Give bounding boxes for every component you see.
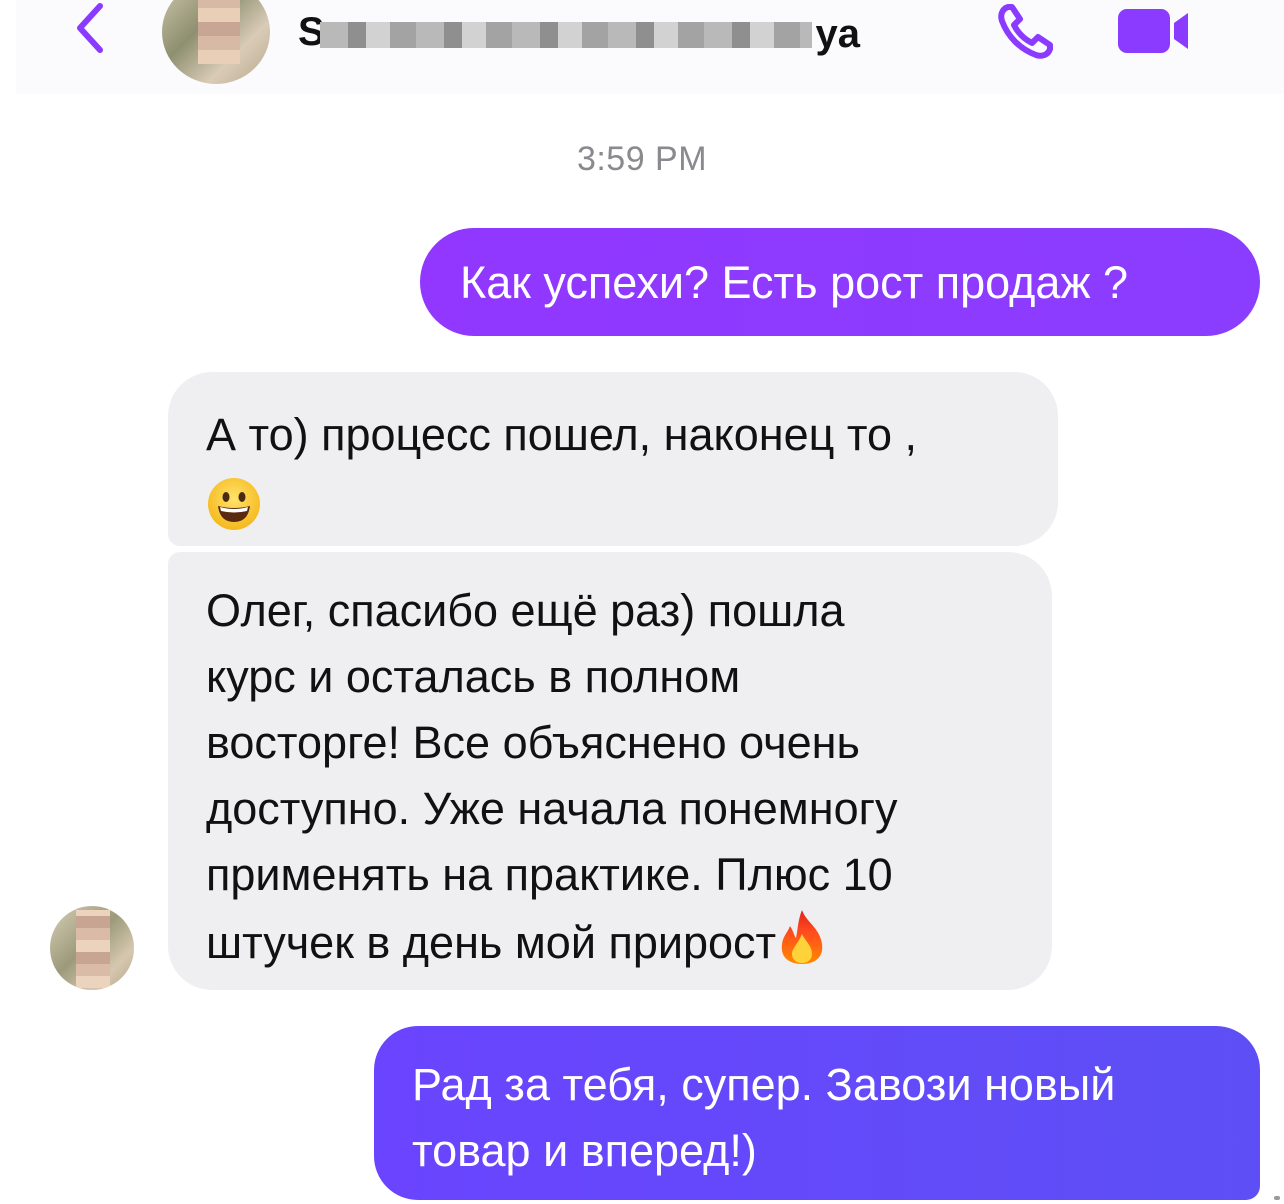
- message-text: Как успехи? Есть рост продаж ?: [460, 257, 1129, 308]
- message-last-line: штучек в день мой прирост: [206, 908, 1012, 976]
- sender-avatar[interactable]: [50, 906, 134, 990]
- message-timestamp: 3:59 PM: [576, 140, 708, 178]
- outgoing-message-bubble[interactable]: Рад за тебя, супер. Завози новый товар и…: [374, 1026, 1260, 1200]
- video-camera-icon: [1118, 9, 1188, 53]
- outgoing-message-bubble[interactable]: Как успехи? Есть рост продаж ?: [420, 228, 1260, 336]
- message-text: Рад за тебя, супер. Завози новый: [412, 1059, 1116, 1110]
- message-text: Олег, спасибо ещё раз) пошла: [206, 585, 845, 636]
- message-text: А то) процесс пошел, наконец то ,: [206, 409, 918, 460]
- message-text: восторге! Все объяснено очень: [206, 717, 860, 768]
- incoming-message-bubble[interactable]: А то) процесс пошел, наконец то ,: [168, 372, 1058, 546]
- incoming-message-bubble[interactable]: Олег, спасибо ещё раз) пошла курс и оста…: [168, 552, 1052, 990]
- grinning-face-emoji-icon: [208, 478, 260, 531]
- avatar-blur: [198, 0, 240, 64]
- contact-name-tail: ya: [811, 12, 860, 57]
- scroll-indicator: [1274, 1196, 1280, 1200]
- message-text: штучек в день мой прирост: [206, 917, 777, 968]
- message-emoji-line: [206, 468, 1020, 534]
- back-button[interactable]: [60, 0, 120, 60]
- contact-name[interactable]: S ya: [298, 10, 868, 57]
- avatar-blur: [76, 910, 110, 988]
- chevron-left-icon: [77, 3, 103, 53]
- message-text: применять на практике. Плюс 10: [206, 849, 893, 900]
- message-text: курс и осталась в полном: [206, 651, 741, 702]
- audio-call-button[interactable]: [990, 0, 1062, 62]
- message-text: доступно. Уже начала понемногу: [206, 783, 898, 834]
- phone-icon: [998, 4, 1053, 59]
- contact-name-redaction: [320, 22, 825, 48]
- chat-screen: S ya 3:59 PM Как успехи? Есть рост прода…: [0, 0, 1284, 1204]
- video-call-button[interactable]: [1112, 0, 1196, 62]
- message-text: товар и вперед!): [412, 1125, 757, 1176]
- fire-emoji-icon: [781, 910, 823, 964]
